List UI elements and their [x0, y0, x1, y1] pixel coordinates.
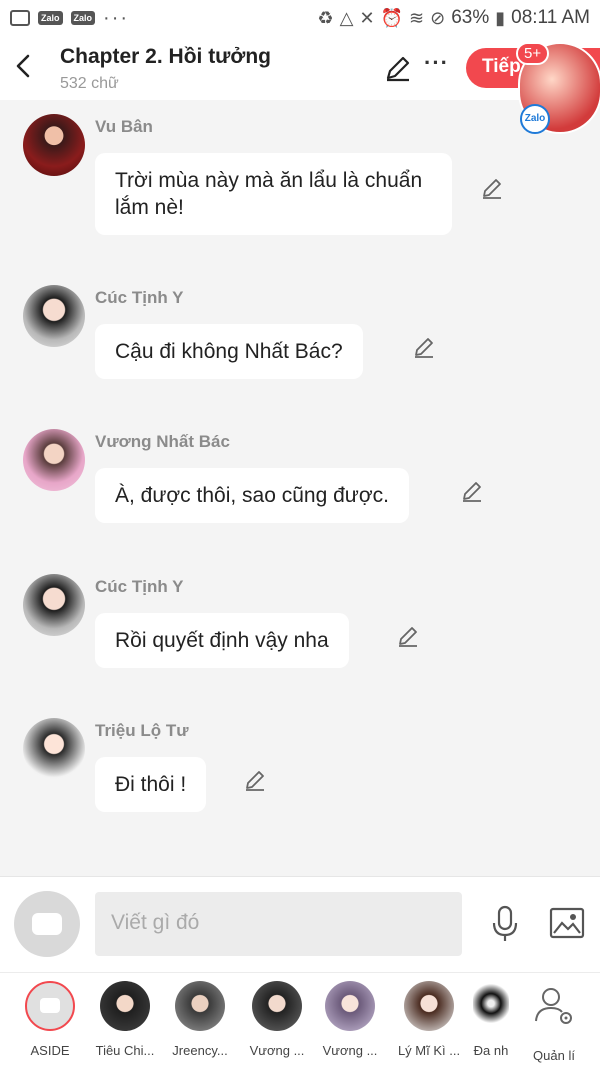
character-name: ASIDE	[30, 1043, 70, 1058]
chapter-header: Chapter 2. Hồi tưởng 532 chữ ··· Tiếp	[0, 36, 600, 100]
character-item[interactable]: Lý Mĩ Kì ...	[393, 981, 465, 1058]
avatar	[473, 981, 509, 1031]
character-name: Vương ...	[322, 1043, 378, 1058]
character-item[interactable]: Đa nh	[466, 981, 516, 1058]
word-count: 532 chữ	[60, 75, 119, 92]
character-name: Vương ...	[249, 1043, 305, 1058]
message-bubble[interactable]: Cậu đi không Nhất Bác?	[95, 324, 363, 379]
message-input[interactable]: Viết gì đó	[95, 892, 462, 956]
zalo-logo-icon: Zalo	[520, 104, 550, 134]
avatar[interactable]	[23, 114, 85, 176]
battery-percent: 63%	[451, 7, 490, 28]
mute-icon: ✕	[359, 7, 375, 28]
avatar	[100, 981, 150, 1031]
message-bubble[interactable]: Rồi quyết định vậy nha	[95, 613, 349, 668]
alarm-icon: ⏰	[380, 7, 403, 28]
avatar	[252, 981, 302, 1031]
edit-message-icon[interactable]	[243, 768, 267, 792]
edit-message-icon[interactable]	[396, 624, 420, 648]
character-name: Tiêu Chi...	[95, 1043, 155, 1058]
battery-icon: ▮	[495, 7, 506, 28]
status-bar: Zalo Zalo ··· ♻ △ ✕ ⏰ ≋ ⊘ 63% ▮ 08:11 AM	[0, 0, 600, 36]
zalo-notification-icon: Zalo	[38, 11, 63, 25]
avatar	[404, 981, 454, 1031]
character-name: Lý Mĩ Kì ...	[397, 1043, 461, 1058]
edit-message-icon[interactable]	[412, 335, 436, 359]
character-item[interactable]: Jreency...	[164, 981, 236, 1058]
character-item[interactable]: Tiêu Chi...	[89, 981, 161, 1058]
aside-icon	[25, 981, 75, 1031]
avatar	[175, 981, 225, 1031]
character-name: Jreency...	[172, 1043, 228, 1058]
sender-name: Triệu Lộ Tư	[95, 721, 189, 740]
avatar[interactable]	[23, 574, 85, 636]
more-options-icon[interactable]: ···	[424, 50, 449, 76]
avatar[interactable]	[23, 429, 85, 491]
edit-message-icon[interactable]	[460, 479, 484, 503]
message-bubble[interactable]: À, được thôi, sao cũng được.	[95, 468, 409, 523]
edit-message-icon[interactable]	[480, 176, 504, 200]
character-item[interactable]: Vương ...	[314, 981, 386, 1058]
image-icon[interactable]	[549, 907, 585, 939]
character-item[interactable]: Vương ...	[241, 981, 313, 1058]
aside-toggle-button[interactable]	[14, 891, 80, 957]
message-bubble[interactable]: Trời mùa này mà ăn lẩu là chuẩn lắm nè!	[95, 153, 452, 235]
warning-icon: △	[339, 7, 354, 28]
edit-pencil-icon[interactable]	[384, 54, 412, 82]
sender-name: Cúc Tịnh Y	[95, 577, 184, 596]
character-bar: ASIDE Tiêu Chi... Jreency... Vương ... V…	[0, 972, 600, 1067]
avatar[interactable]	[23, 718, 85, 780]
character-name: Đa nh	[473, 1043, 509, 1058]
gallery-icon	[10, 10, 30, 26]
wifi-icon: ≋	[409, 7, 425, 28]
manage-user-icon	[529, 981, 579, 1031]
sender-name: Vu Bân	[95, 117, 153, 136]
message-bubble[interactable]: Đi thôi !	[95, 757, 207, 812]
more-notifications-icon: ···	[103, 6, 130, 29]
sender-name: Vương Nhất Bác	[95, 432, 230, 451]
character-item[interactable]: ASIDE	[14, 981, 86, 1058]
zalo-notification-icon-2: Zalo	[70, 11, 96, 25]
avatar	[325, 981, 375, 1031]
chapter-title: Chapter 2. Hồi tưởng	[60, 45, 271, 68]
composer-bar: Viết gì đó	[0, 876, 600, 972]
sender-name: Cúc Tịnh Y	[95, 288, 184, 307]
recycle-icon: ♻	[317, 7, 334, 28]
clock: 08:11 AM	[511, 7, 590, 28]
no-signal-icon: ⊘	[430, 7, 446, 28]
microphone-icon[interactable]	[490, 905, 520, 943]
manage-characters-button[interactable]: Quản lí	[518, 981, 590, 1063]
back-arrow-icon[interactable]	[12, 50, 36, 82]
notification-badge: 5+	[516, 42, 550, 65]
aside-icon	[32, 913, 62, 935]
avatar[interactable]	[23, 285, 85, 347]
character-name: Quản lí	[533, 1048, 575, 1063]
